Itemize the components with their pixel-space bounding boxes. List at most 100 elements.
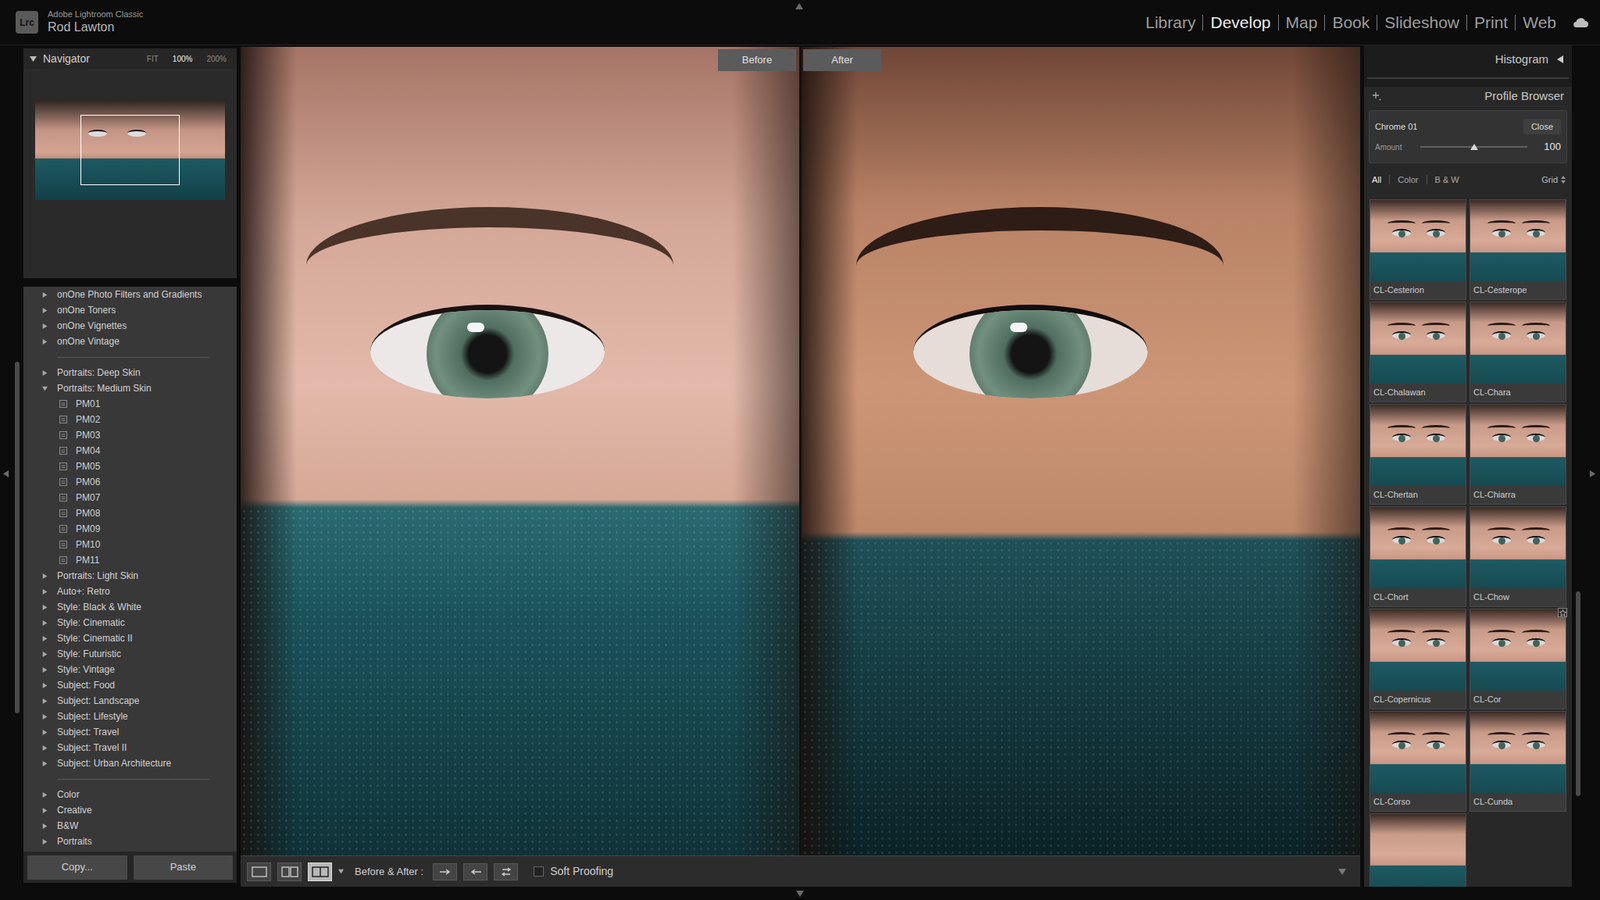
zoom-option[interactable]: 200% xyxy=(202,53,231,65)
amount-slider[interactable] xyxy=(1420,142,1528,152)
preset-item[interactable]: PM09 xyxy=(23,521,237,537)
histogram-toggle-icon[interactable] xyxy=(1556,55,1565,64)
preset-group[interactable]: Portraits: Medium Skin xyxy=(23,380,237,397)
expand-icon[interactable] xyxy=(42,589,48,595)
preset-group[interactable]: Portraits xyxy=(23,833,237,850)
close-button[interactable]: Close xyxy=(1523,118,1561,135)
expand-icon[interactable] xyxy=(42,729,48,736)
profile-thumbnail[interactable]: CL-Corso xyxy=(1369,710,1467,812)
view-dropdown-icon[interactable] xyxy=(338,868,344,875)
profile-thumbnail-partial[interactable] xyxy=(1369,813,1467,887)
expand-icon[interactable] xyxy=(42,667,48,673)
expand-icon[interactable] xyxy=(42,839,48,845)
module-tab[interactable]: Web xyxy=(1522,10,1557,36)
view-mode-button[interactable] xyxy=(246,862,272,882)
preset-group[interactable]: onOne Vintage xyxy=(23,333,237,350)
navigator-thumbnail[interactable] xyxy=(35,100,225,200)
slider-thumb-icon[interactable] xyxy=(1470,142,1479,151)
profile-thumbnail[interactable]: CL-Cesterope xyxy=(1469,199,1567,300)
expand-icon[interactable] xyxy=(42,698,48,704)
zoom-option[interactable]: FIT xyxy=(142,53,163,65)
expand-icon[interactable] xyxy=(42,651,48,658)
soft-proofing-checkbox[interactable] xyxy=(533,866,544,877)
cloud-sync-icon[interactable] xyxy=(1571,16,1590,29)
right-scrollbar[interactable] xyxy=(1575,591,1581,797)
preset-group[interactable]: Auto+: Retro xyxy=(23,583,237,600)
favorite-badge[interactable] xyxy=(1557,607,1568,618)
top-panel-toggle-icon[interactable] xyxy=(795,2,804,11)
histogram-header[interactable]: Histogram xyxy=(1364,49,1572,70)
preset-group[interactable]: Subject: Travel xyxy=(23,724,237,740)
view-style-menu[interactable]: Grid xyxy=(1541,173,1558,187)
soft-proofing-toggle[interactable]: Soft Proofing xyxy=(533,863,614,880)
profile-thumbnail[interactable]: CL-Chertan xyxy=(1369,403,1467,505)
preset-item[interactable]: PM10 xyxy=(23,536,237,553)
preset-item[interactable]: PM02 xyxy=(23,411,237,428)
profile-filter[interactable]: B & W xyxy=(1433,173,1461,187)
expand-icon[interactable] xyxy=(42,714,48,720)
preset-group[interactable]: Creative xyxy=(23,802,237,818)
preset-item[interactable]: PM01 xyxy=(23,396,237,412)
expand-icon[interactable] xyxy=(42,745,48,751)
preset-item[interactable]: PM03 xyxy=(23,427,237,443)
expand-icon[interactable] xyxy=(42,573,48,579)
filmstrip-toggle-icon[interactable] xyxy=(796,889,804,898)
amount-value[interactable]: 100 xyxy=(1543,139,1561,155)
copy-right-button[interactable] xyxy=(432,863,458,881)
preset-item[interactable]: PM08 xyxy=(23,505,237,522)
expand-icon[interactable] xyxy=(42,292,48,298)
preset-group[interactable]: Style: Cinematic xyxy=(23,614,237,631)
profile-thumbnail[interactable]: CL-Cor xyxy=(1469,608,1567,710)
preset-group[interactable]: Subject: Food xyxy=(23,677,237,693)
panel-button[interactable]: Paste xyxy=(133,855,234,880)
expand-icon[interactable] xyxy=(42,620,48,626)
preset-item[interactable]: PM04 xyxy=(23,442,237,459)
navigator-toggle-icon[interactable] xyxy=(29,55,37,63)
expand-icon[interactable] xyxy=(42,339,48,345)
add-profile-icon[interactable] xyxy=(1371,91,1382,101)
profile-thumbnail[interactable]: CL-Chiarra xyxy=(1469,403,1567,505)
preset-group[interactable]: Color xyxy=(23,786,237,803)
preset-item[interactable]: PM06 xyxy=(23,474,237,490)
slider-thumb[interactable] xyxy=(1470,142,1479,151)
preset-group[interactable]: onOne Vignettes xyxy=(23,317,237,334)
navigator-viewport[interactable] xyxy=(80,114,179,186)
preset-group[interactable]: Portraits: Light Skin xyxy=(23,567,237,584)
swap-button[interactable] xyxy=(493,863,518,881)
preset-group[interactable]: Subject: Landscape xyxy=(23,692,237,709)
module-tab[interactable]: Slideshow xyxy=(1384,10,1460,36)
right-panel-toggle-icon[interactable] xyxy=(1589,470,1597,478)
left-scrollbar[interactable] xyxy=(14,361,20,714)
preset-group[interactable]: Style: Cinematic II xyxy=(23,630,237,647)
preset-group[interactable]: onOne Toners xyxy=(23,302,237,318)
expand-icon[interactable] xyxy=(42,823,48,829)
module-tab[interactable]: Library xyxy=(1145,10,1196,36)
expand-icon[interactable] xyxy=(42,385,48,392)
expand-icon[interactable] xyxy=(42,792,48,798)
toolbar-menu-icon[interactable] xyxy=(1338,867,1347,876)
preset-group[interactable]: Style: Futuristic xyxy=(23,646,237,662)
preset-item[interactable]: PM07 xyxy=(23,489,237,506)
module-tab[interactable]: Book xyxy=(1332,10,1370,36)
profile-thumbnail[interactable]: CL-Chalawan xyxy=(1369,301,1467,403)
expand-icon[interactable] xyxy=(42,307,48,314)
expand-icon[interactable] xyxy=(42,635,48,642)
expand-icon[interactable] xyxy=(42,323,48,329)
preset-group[interactable]: Subject: Urban Architecture xyxy=(23,755,237,772)
zoom-option[interactable]: 100% xyxy=(168,53,197,65)
preset-group[interactable]: Subject: Travel II xyxy=(23,739,237,756)
navigator-header[interactable]: NavigatorFIT100%200% xyxy=(23,48,237,69)
copy-left-button[interactable] xyxy=(463,863,488,881)
expand-icon[interactable] xyxy=(42,760,48,767)
profile-thumbnail[interactable]: CL-Chort xyxy=(1369,506,1467,608)
preset-group[interactable]: Style: Black & White xyxy=(23,599,237,615)
profile-filter[interactable]: All xyxy=(1370,173,1383,187)
profile-thumbnail[interactable]: CL-Copernicus xyxy=(1369,608,1467,710)
module-tab[interactable]: Develop xyxy=(1210,10,1271,36)
preset-item[interactable]: PM11 xyxy=(23,552,237,568)
profile-filter[interactable]: Color xyxy=(1396,173,1420,187)
preset-group[interactable]: Portraits: Deep Skin xyxy=(23,364,237,381)
profile-thumbnail[interactable]: CL-Chow xyxy=(1469,506,1567,608)
panel-button[interactable]: Copy... xyxy=(27,855,128,880)
view-mode-button[interactable] xyxy=(307,862,333,882)
